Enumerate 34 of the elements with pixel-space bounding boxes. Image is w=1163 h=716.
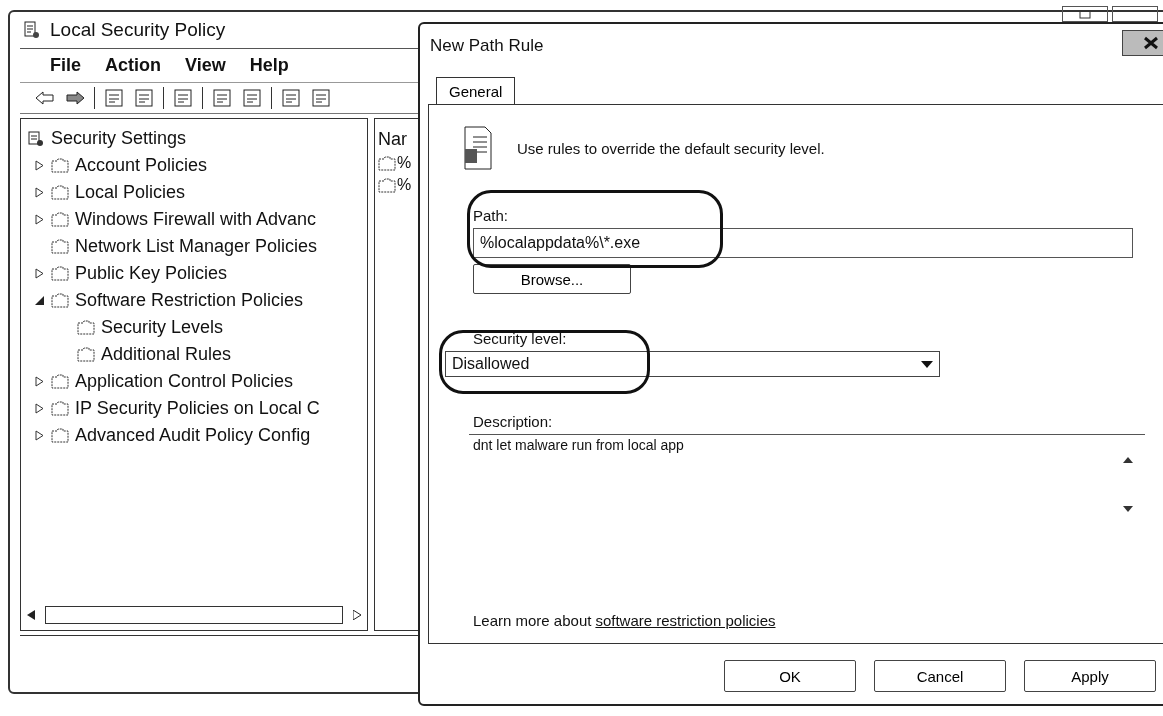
help-text: Learn more about xyxy=(473,612,592,629)
tree-item[interactable]: Advanced Audit Policy Config xyxy=(75,425,311,446)
menu-item[interactable]: Help xyxy=(249,55,289,76)
browse-button[interactable]: Browse... xyxy=(473,264,631,294)
tree-item[interactable]: Application Control Policies xyxy=(75,371,294,392)
tree-item[interactable]: Network List Manager Policies xyxy=(75,236,318,257)
tree-item[interactable]: IP Security Policies on Local C xyxy=(75,398,320,419)
tree-item[interactable]: Windows Firewall with Advanc xyxy=(75,209,317,230)
field-label: Description: xyxy=(473,413,554,430)
tree-item[interactable]: Account Policies xyxy=(75,155,208,176)
path-field[interactable]: %localappdata%\*.exe xyxy=(473,228,1133,258)
dialog-title: New Path Rule xyxy=(430,36,544,56)
tree-item[interactable]: Additional Rules xyxy=(101,344,232,365)
menu-item[interactable]: Action xyxy=(105,55,161,76)
dialog-button[interactable]: Apply xyxy=(1024,660,1156,692)
list-item[interactable]: % xyxy=(397,154,412,172)
list-item[interactable]: % xyxy=(397,176,412,194)
window-title: Local Security Policy xyxy=(50,19,226,41)
tree-item[interactable]: Security Levels xyxy=(101,317,224,338)
tree-item[interactable]: Local Policies xyxy=(75,182,186,203)
description-field[interactable]: dnt let malware run from local app xyxy=(469,434,1145,534)
tree-item[interactable]: Software Restriction Policies xyxy=(75,290,304,311)
tree-item[interactable]: Security Settings xyxy=(51,128,187,149)
dialog-button[interactable]: Cancel xyxy=(874,660,1006,692)
field-label: Path: xyxy=(473,207,510,224)
field-label: Security level: xyxy=(473,330,568,347)
intro-text: Use rules to override the default security level. xyxy=(517,139,825,157)
dialog-button[interactable]: OK xyxy=(724,660,856,692)
tab[interactable]: General xyxy=(436,77,516,105)
help-link[interactable]: software restriction policies xyxy=(595,612,776,629)
tree-item[interactable]: Public Key Policies xyxy=(75,263,228,284)
security-level-dropdown[interactable]: Disallowed xyxy=(445,351,940,377)
menu-item[interactable]: File xyxy=(50,55,81,76)
menu-item[interactable]: View xyxy=(185,55,226,76)
